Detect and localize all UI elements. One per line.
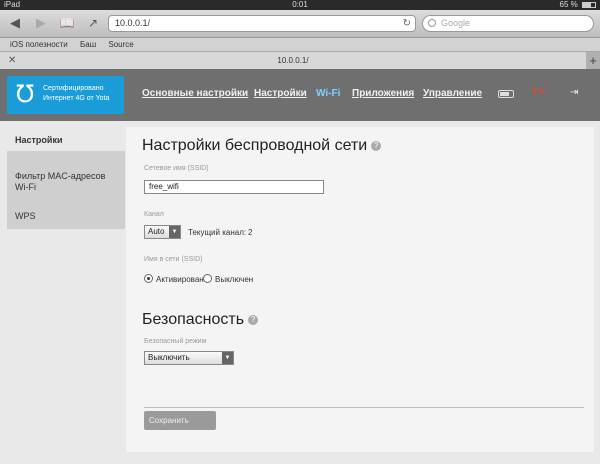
tab-bar: ✕ 10.0.0.1/ + (0, 52, 600, 69)
sidebar-item-label: Wi-Fi (15, 182, 36, 192)
url-text: 10.0.0.1/ (115, 18, 151, 28)
radio-activated[interactable] (144, 274, 153, 283)
chevron-down-icon: ▼ (169, 226, 180, 238)
clock: 0:01 (292, 0, 308, 9)
security-mode-label: Безопасный режим (144, 338, 207, 345)
ssid-broadcast-label: Имя в сети (SSID) (144, 256, 203, 263)
help-icon[interactable]: ? (248, 314, 259, 325)
sidebar-item-label: Фильтр MAC-адресов (15, 171, 106, 181)
new-tab-icon[interactable]: + (586, 52, 600, 69)
radio-disabled-label: Выключен (215, 275, 254, 284)
ssid-label: Сетевое имя (SSID) (144, 165, 209, 172)
sidebar: Настройки Фильтр MAC-адресов Wi-Fi WPS (7, 129, 129, 229)
ssid-input[interactable]: free_wifi (144, 180, 324, 194)
yota-logo[interactable]: ℧ Сертифицировано Интернет 4G от Yota (7, 76, 124, 114)
bookmarks-bar: iOS полезности Баш Source (0, 38, 600, 52)
help-icon[interactable]: ? (371, 140, 382, 151)
signal-off-icon[interactable]: T✕ (532, 87, 547, 98)
status-bar: iPad 0:01 65 % (0, 0, 600, 10)
router-page: ℧ Сертифицировано Интернет 4G от Yota Ос… (0, 69, 600, 464)
wifi-settings-title: Настройки беспроводной сети? (142, 137, 382, 155)
logo-text-line1: Сертифицировано (43, 85, 104, 92)
yota-logo-icon: ℧ (15, 81, 35, 108)
logout-icon[interactable]: ⇥ (570, 87, 578, 98)
tab-title: 10.0.0.1/ (277, 56, 309, 65)
battery-percent: 65 % (559, 0, 578, 9)
security-title: Безопасность? (142, 311, 259, 329)
close-tab-icon[interactable]: ✕ (8, 52, 16, 69)
sidebar-item-wps[interactable]: WPS (7, 211, 125, 222)
nav-basic-settings[interactable]: Основные настройки (142, 88, 248, 99)
battery-status: 65 % (560, 0, 596, 10)
sidebar-item-settings[interactable]: Настройки (7, 129, 129, 151)
browser-tab[interactable]: ✕ 10.0.0.1/ (0, 52, 586, 69)
channel-label: Канал (144, 211, 164, 218)
battery-toggle-icon[interactable] (498, 90, 514, 98)
nav-management[interactable]: Управление (423, 88, 482, 99)
radio-disabled[interactable] (203, 274, 212, 283)
channel-select[interactable]: Auto ▼ (144, 225, 181, 239)
forward-arrow-icon[interactable]: ▶ (32, 14, 50, 32)
search-icon (428, 19, 436, 27)
bookmark-item[interactable]: Баш (80, 40, 96, 49)
battery-icon (582, 1, 596, 8)
nav-settings[interactable]: Настройки (254, 88, 307, 99)
sidebar-item-mac-filter[interactable]: Фильтр MAC-адресов Wi-Fi (7, 171, 125, 193)
search-placeholder: Google (441, 18, 471, 28)
current-channel-value: 2 (248, 228, 253, 237)
divider (144, 407, 584, 408)
security-mode-select[interactable]: Выключить ▼ (144, 351, 234, 365)
nav-wifi[interactable]: Wi-Fi (316, 88, 340, 99)
browser-toolbar: ◀ ▶ 📖 ↗ 10.0.0.1/ ↻ Google (0, 10, 600, 38)
radio-activated-label: Активирован (156, 275, 204, 284)
page-header: ℧ Сертифицировано Интернет 4G от Yota Ос… (0, 69, 600, 121)
address-bar[interactable]: 10.0.0.1/ ↻ (108, 15, 416, 32)
nav-apps[interactable]: Приложения (352, 88, 414, 99)
reload-icon[interactable]: ↻ (403, 16, 411, 31)
bookmark-item[interactable]: Source (108, 40, 133, 49)
save-button[interactable]: Сохранить (144, 411, 216, 430)
current-channel-label: Текущий канал: (188, 228, 247, 237)
share-icon[interactable]: ↗ (84, 14, 102, 32)
bookmark-item[interactable]: iOS полезности (10, 40, 68, 49)
logo-text-line2: Интернет 4G от Yota (43, 95, 110, 102)
search-input[interactable]: Google (422, 15, 594, 32)
bookmarks-book-icon[interactable]: 📖 (58, 14, 76, 32)
chevron-down-icon: ▼ (222, 352, 233, 364)
back-arrow-icon[interactable]: ◀ (6, 14, 24, 32)
main-content: Настройки беспроводной сети? Сетевое имя… (126, 127, 594, 452)
